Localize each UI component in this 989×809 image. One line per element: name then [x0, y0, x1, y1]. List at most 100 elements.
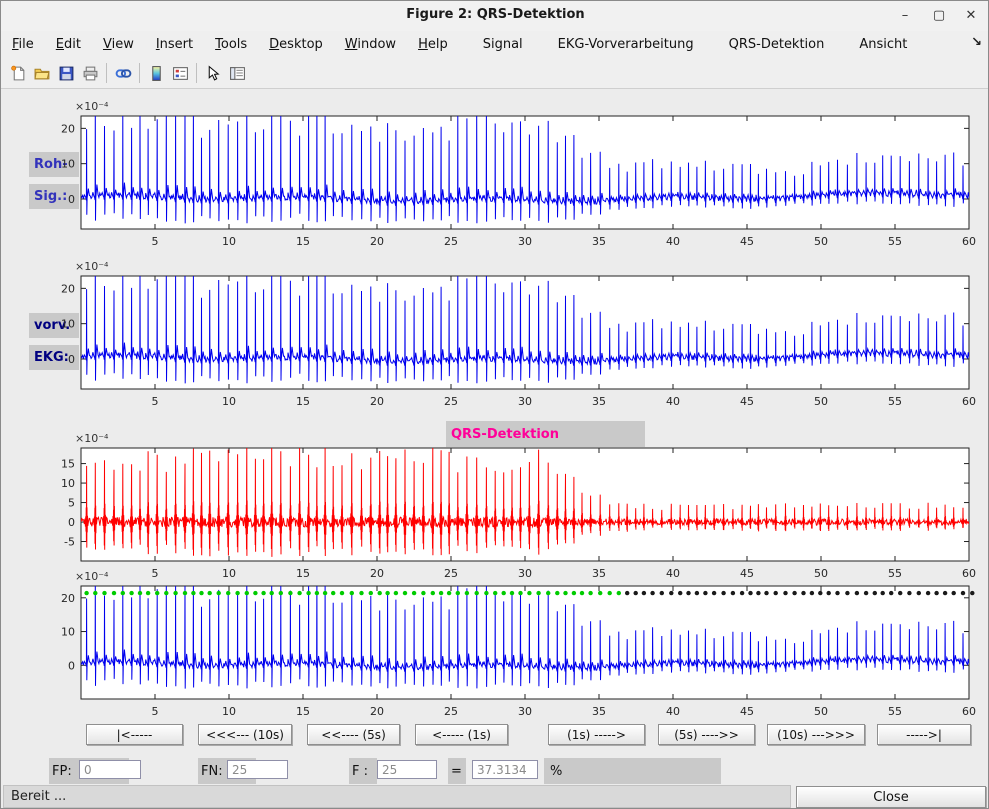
colorbar-icon[interactable]: [144, 61, 168, 85]
menu-item-tools[interactable]: Tools: [204, 33, 258, 56]
detected-beat-marker: [527, 591, 531, 595]
percent-sign: %: [547, 764, 562, 779]
f-input[interactable]: [377, 760, 437, 779]
detected-beat-marker: [279, 591, 283, 595]
tick-label: 55: [888, 705, 902, 718]
new-file-icon[interactable]: [6, 61, 30, 85]
detected-beat-marker: [359, 591, 363, 595]
missed-beat-marker: [764, 591, 768, 595]
nav-button-back-1s[interactable]: <----- (1s): [415, 724, 508, 745]
menu-item-edit[interactable]: Edit: [45, 33, 92, 56]
plot-preprocessed-ekg[interactable]: 5101520253035404550556001020: [1, 256, 989, 416]
menu-item-help[interactable]: Help: [407, 33, 459, 56]
minimize-button[interactable]: –: [892, 5, 918, 27]
menu-item-window[interactable]: Window: [334, 33, 407, 56]
detected-beat-marker: [306, 591, 310, 595]
detected-beat-marker: [563, 591, 567, 595]
nav-button-back-5s[interactable]: <<---- (5s): [307, 724, 400, 745]
toolbar-separator: [196, 63, 197, 83]
missed-beat-marker: [873, 591, 877, 595]
menu-item-insert[interactable]: Insert: [145, 33, 204, 56]
plot-qrs-detection[interactable]: 51015202530354045505560-5051015: [1, 428, 989, 588]
missed-beat-marker: [625, 591, 629, 595]
tick-label: 60: [962, 235, 976, 248]
pointer-icon[interactable]: [201, 61, 225, 85]
fp-input[interactable]: [79, 760, 141, 779]
tick-label: 5: [152, 705, 159, 718]
tick-label: 40: [666, 395, 680, 408]
tick-label: 20: [61, 282, 75, 295]
missed-beat-marker: [792, 591, 796, 595]
menu-overflow-icon[interactable]: ↘: [971, 35, 982, 50]
missed-beat-marker: [889, 591, 893, 595]
menu-bar: FileEditViewInsertToolsDesktopWindowHelp…: [1, 31, 989, 59]
tick-label: 55: [888, 235, 902, 248]
nav-button-back-10s[interactable]: <<<--- (10s): [198, 724, 292, 745]
menu-item-signal[interactable]: Signal: [472, 33, 534, 56]
open-folder-icon[interactable]: [30, 61, 54, 85]
menu-item-qrs-detektion[interactable]: QRS-Detektion: [718, 33, 836, 56]
close-button[interactable]: Close: [796, 786, 986, 808]
detected-beat-marker: [493, 591, 497, 595]
detected-beat-marker: [208, 591, 212, 595]
tick-label: 35: [592, 235, 606, 248]
tick-label: 60: [962, 395, 976, 408]
fn-label: FN:: [201, 764, 223, 779]
missed-beat-marker: [634, 591, 638, 595]
detected-beat-marker: [173, 591, 177, 595]
tick-label: 25: [444, 705, 458, 718]
detected-beat-marker: [226, 591, 230, 595]
detected-beat-marker: [331, 591, 335, 595]
missed-beat-marker: [827, 591, 831, 595]
tick-label: 10: [61, 318, 75, 331]
nav-button-fwd-10s[interactable]: (10s) --->>>: [767, 724, 865, 745]
legend-icon[interactable]: [168, 61, 192, 85]
tick-label: 20: [370, 235, 384, 248]
detected-beat-marker: [84, 591, 88, 595]
detected-beat-marker: [164, 591, 168, 595]
link-plot-icon[interactable]: [111, 61, 135, 85]
tick-label: 30: [518, 705, 532, 718]
detected-beat-marker: [350, 591, 354, 595]
detected-beat-marker: [297, 591, 301, 595]
ratio-output[interactable]: [472, 760, 538, 779]
tick-label: 5: [68, 497, 75, 510]
toolbar: [1, 58, 989, 89]
menu-item-ansicht[interactable]: Ansicht: [848, 33, 918, 56]
missed-beat-marker: [898, 591, 902, 595]
nav-button-fwd-5s[interactable]: (5s) ---->>: [658, 724, 755, 745]
missed-beat-marker: [774, 591, 778, 595]
missed-beat-marker: [642, 591, 646, 595]
missed-beat-marker: [678, 591, 682, 595]
menu-item-ekg-vorverarbeitung[interactable]: EKG-Vorverarbeitung: [547, 33, 705, 56]
detected-beat-marker: [340, 591, 344, 595]
menu-item-desktop[interactable]: Desktop: [258, 33, 334, 56]
nav-button-fwd-1s[interactable]: (1s) ----->: [548, 724, 645, 745]
plot-raw-signal[interactable]: 5101520253035404550556001020: [1, 96, 989, 256]
tick-label: 10: [61, 477, 75, 490]
nav-button-to-end[interactable]: ----->|: [877, 724, 971, 745]
menu-item-file[interactable]: File: [1, 33, 45, 56]
detected-beat-marker: [502, 591, 506, 595]
missed-beat-marker: [970, 591, 974, 595]
menu-item-view[interactable]: View: [92, 33, 145, 56]
equals-sign: =: [451, 764, 462, 779]
detected-beat-marker: [146, 591, 150, 595]
detected-beat-marker: [475, 591, 479, 595]
save-icon[interactable]: [54, 61, 78, 85]
detected-beat-marker: [129, 591, 133, 595]
nav-button-to-start[interactable]: |<-----: [86, 724, 183, 745]
detected-beat-marker: [121, 591, 125, 595]
missed-beat-marker: [669, 591, 673, 595]
fn-input[interactable]: [227, 760, 288, 779]
detected-beat-marker: [235, 591, 239, 595]
plot-annotated-ekg[interactable]: 5101520253035404550556001020: [1, 566, 989, 726]
plot-browser-icon[interactable]: [225, 61, 249, 85]
missed-beat-marker: [721, 591, 725, 595]
axes-box: [81, 586, 969, 699]
detected-beat-marker: [183, 591, 187, 595]
maximize-button[interactable]: ▢: [926, 5, 952, 27]
close-window-button[interactable]: ✕: [958, 5, 984, 27]
print-icon[interactable]: [78, 61, 102, 85]
tick-label: 20: [61, 122, 75, 135]
